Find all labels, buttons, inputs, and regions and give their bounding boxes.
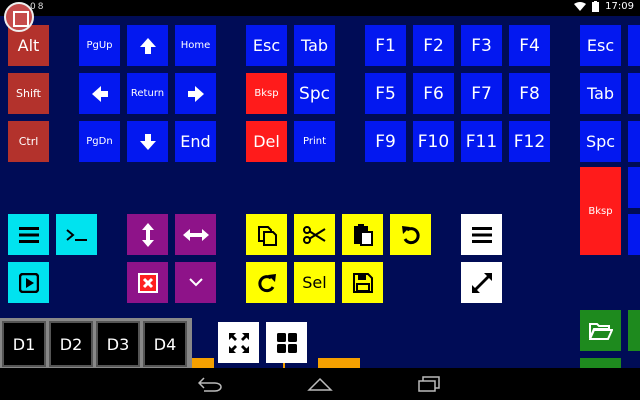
expand-diagonal-icon bbox=[471, 272, 492, 293]
pgup-key[interactable]: PgUp bbox=[79, 25, 120, 66]
arrow-left-icon bbox=[91, 85, 108, 102]
orange-bar-right bbox=[318, 358, 360, 368]
desktop-2-button[interactable]: D2 bbox=[49, 321, 93, 367]
arrow-up-key[interactable] bbox=[127, 25, 168, 66]
status-bar: 08 17:09 bbox=[0, 0, 640, 16]
battery-icon bbox=[592, 1, 600, 12]
f12-key[interactable]: F12 bbox=[509, 121, 550, 162]
bksp-key-right[interactable]: Bksp bbox=[580, 167, 621, 255]
status-time: 17:09 bbox=[605, 1, 634, 12]
right-edge-key-5[interactable] bbox=[628, 214, 640, 255]
print-key[interactable]: Print bbox=[294, 121, 335, 162]
f6-key[interactable]: F6 bbox=[413, 73, 454, 114]
f10-key[interactable]: F10 bbox=[413, 121, 454, 162]
arrow-left-key[interactable] bbox=[79, 73, 120, 114]
save-icon bbox=[352, 272, 373, 293]
play-button[interactable] bbox=[8, 262, 49, 303]
pgdn-key[interactable]: PgDn bbox=[79, 121, 120, 162]
f3-key[interactable]: F3 bbox=[461, 25, 502, 66]
del-key[interactable]: Del bbox=[246, 121, 287, 162]
right-edge-key-2[interactable] bbox=[628, 73, 640, 114]
collapse-button[interactable] bbox=[175, 262, 216, 303]
end-key[interactable]: End bbox=[175, 121, 216, 162]
vertical-resize-button[interactable] bbox=[127, 214, 168, 255]
tab-key-right[interactable]: Tab bbox=[580, 73, 621, 114]
home-key[interactable]: Home bbox=[175, 25, 216, 66]
recents-icon[interactable] bbox=[418, 376, 440, 392]
undo-icon bbox=[401, 225, 420, 244]
terminal-prompt-icon bbox=[65, 228, 87, 241]
f4-key[interactable]: F4 bbox=[509, 25, 550, 66]
close-keyboard-button[interactable] bbox=[127, 262, 168, 303]
arrow-down-icon bbox=[139, 133, 156, 150]
arrow-up-icon bbox=[139, 37, 156, 54]
folder-open-icon bbox=[588, 322, 613, 340]
bksp-key[interactable]: Bksp bbox=[246, 73, 287, 114]
copy-button[interactable] bbox=[246, 214, 287, 255]
grid-button[interactable] bbox=[266, 322, 307, 363]
grid-icon bbox=[276, 332, 297, 353]
esc-key[interactable]: Esc bbox=[246, 25, 287, 66]
f11-key[interactable]: F11 bbox=[461, 121, 502, 162]
green-key-partial[interactable] bbox=[580, 358, 621, 368]
desktop-1-button[interactable]: D1 bbox=[2, 321, 46, 367]
hamburger-menu-icon bbox=[471, 226, 492, 243]
horizontal-arrows-icon bbox=[182, 228, 209, 241]
cut-button[interactable] bbox=[294, 214, 335, 255]
wifi-icon bbox=[574, 1, 587, 11]
f9-key[interactable]: F9 bbox=[365, 121, 406, 162]
open-folder-button[interactable] bbox=[580, 310, 621, 351]
chevron-down-icon bbox=[188, 278, 203, 287]
ctrl-key[interactable]: Ctrl bbox=[8, 121, 49, 162]
menu-button-white[interactable] bbox=[461, 214, 502, 255]
status-right: 17:09 bbox=[574, 1, 634, 12]
desktop-4-button[interactable]: D4 bbox=[143, 321, 187, 367]
spc-key[interactable]: Spc bbox=[294, 73, 335, 114]
arrow-right-icon bbox=[187, 85, 204, 102]
select-button[interactable]: Sel bbox=[294, 262, 335, 303]
back-icon[interactable] bbox=[198, 376, 224, 392]
menu-button[interactable] bbox=[8, 214, 49, 255]
terminal-button[interactable] bbox=[56, 214, 97, 255]
return-key[interactable]: Return bbox=[127, 73, 168, 114]
navigation-bar bbox=[0, 368, 640, 400]
app-overlay-button[interactable] bbox=[4, 2, 34, 32]
redo-button[interactable] bbox=[246, 262, 287, 303]
f2-key[interactable]: F2 bbox=[413, 25, 454, 66]
paste-icon bbox=[353, 223, 373, 246]
right-edge-key-1[interactable] bbox=[628, 25, 640, 66]
hamburger-menu-icon bbox=[18, 226, 39, 243]
move-arrows-icon bbox=[228, 332, 249, 353]
shift-key[interactable]: Shift bbox=[8, 73, 49, 114]
arrow-right-key[interactable] bbox=[175, 73, 216, 114]
orange-bar-left bbox=[192, 358, 214, 368]
tab-key[interactable]: Tab bbox=[294, 25, 335, 66]
copy-icon bbox=[257, 225, 277, 246]
home-icon[interactable] bbox=[307, 376, 333, 392]
move-button[interactable] bbox=[218, 322, 259, 363]
f1-key[interactable]: F1 bbox=[365, 25, 406, 66]
save-button[interactable] bbox=[342, 262, 383, 303]
arrow-down-key[interactable] bbox=[127, 121, 168, 162]
f5-key[interactable]: F5 bbox=[365, 73, 406, 114]
esc-key-right[interactable]: Esc bbox=[580, 25, 621, 66]
right-edge-key-3[interactable] bbox=[628, 121, 640, 162]
close-box-icon bbox=[137, 272, 158, 293]
right-edge-key-4[interactable] bbox=[628, 167, 640, 208]
paste-button[interactable] bbox=[342, 214, 383, 255]
horizontal-resize-button[interactable] bbox=[175, 214, 216, 255]
undo-button[interactable] bbox=[390, 214, 431, 255]
fullscreen-button[interactable] bbox=[461, 262, 502, 303]
vertical-arrows-icon bbox=[141, 222, 154, 247]
scissors-icon bbox=[302, 225, 326, 244]
desktop-3-button[interactable]: D3 bbox=[96, 321, 140, 367]
redo-icon bbox=[257, 273, 276, 292]
play-box-icon bbox=[18, 272, 39, 293]
spc-key-right[interactable]: Spc bbox=[580, 121, 621, 162]
f7-key[interactable]: F7 bbox=[461, 73, 502, 114]
f8-key[interactable]: F8 bbox=[509, 73, 550, 114]
right-edge-green-key[interactable] bbox=[628, 310, 640, 351]
